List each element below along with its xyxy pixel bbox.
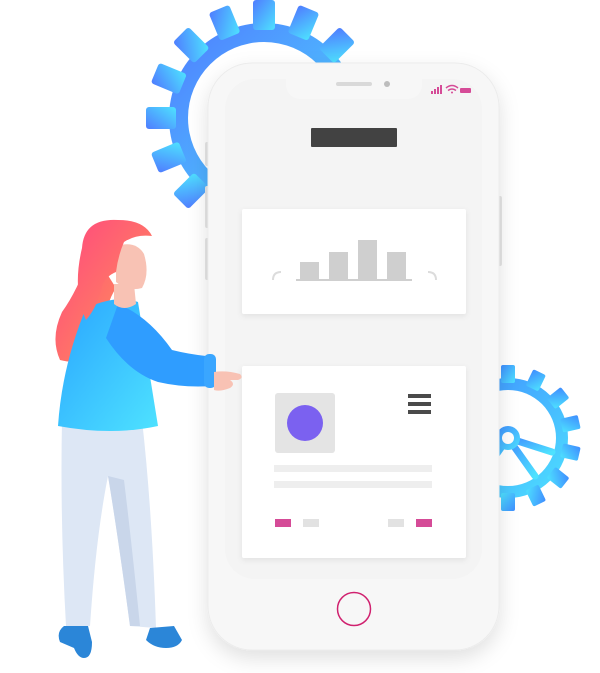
text-line-placeholder [274,481,432,488]
home-button[interactable] [336,591,372,627]
illustration-canvas [0,0,600,673]
tag-pink-left [275,519,291,527]
screen-title-bar [311,128,397,147]
illustration [55,0,581,658]
battery-icon [460,88,471,93]
avatar [287,405,323,441]
text-line-placeholder [274,465,432,472]
tag-pink-right [416,519,432,527]
tag-grey-left [303,519,319,527]
tag-grey-right [388,519,404,527]
smartphone [205,62,502,651]
menu-icon[interactable] [408,394,431,414]
chart-card [242,209,466,314]
